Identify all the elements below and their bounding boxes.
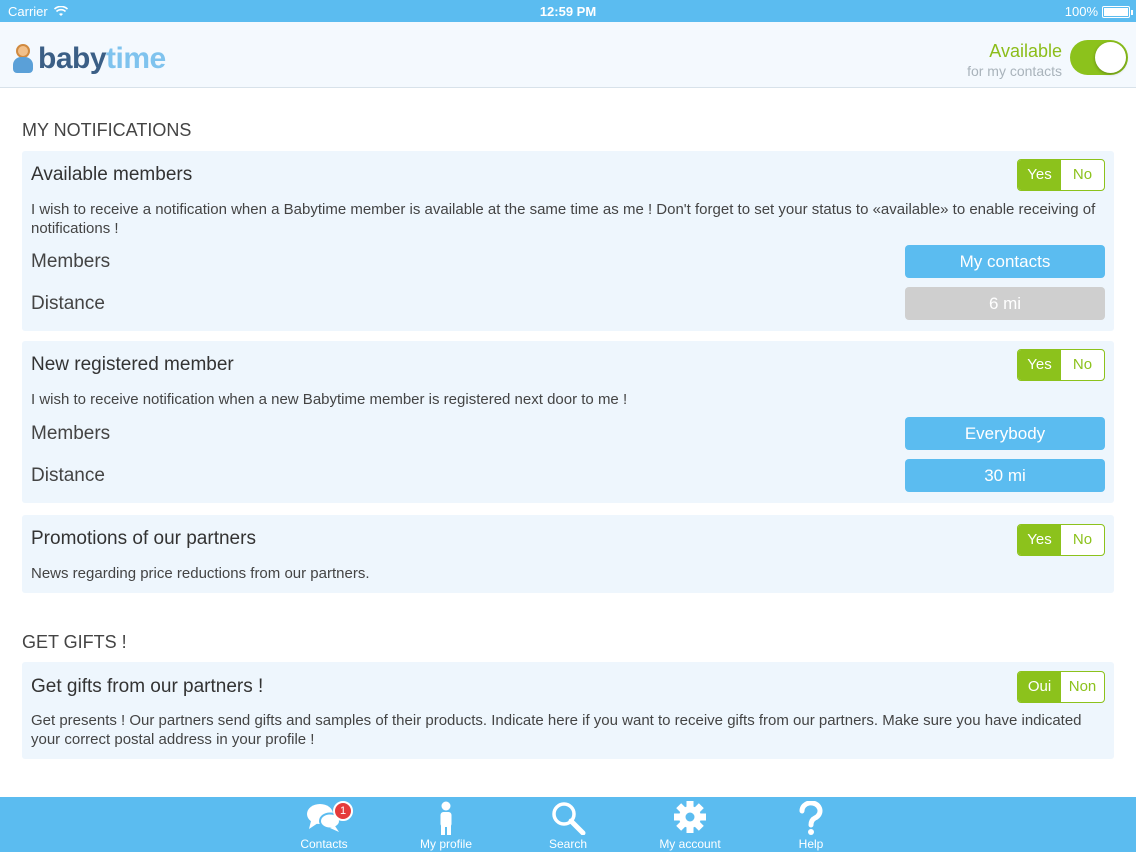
card-title: Promotions of our partners: [31, 528, 256, 549]
tab-label: Help: [798, 837, 824, 851]
availability-title: Available: [989, 41, 1062, 61]
gifts-section-title: GET GIFTS !: [22, 632, 127, 652]
no-option[interactable]: No: [1061, 160, 1104, 190]
members-label: Members: [31, 251, 111, 272]
yes-option[interactable]: Oui: [1018, 672, 1061, 702]
card-description: Get presents ! Our partners send gifts a…: [31, 712, 1082, 748]
clock: 12:59 PM: [539, 4, 597, 19]
question-mark-icon: [799, 801, 823, 835]
yes-option[interactable]: Yes: [1018, 350, 1061, 380]
tab-search[interactable]: Search: [513, 797, 623, 852]
tab-label: My account: [659, 837, 721, 851]
distance-label: Distance: [31, 465, 105, 486]
no-option[interactable]: Non: [1061, 672, 1104, 702]
yes-option[interactable]: Yes: [1018, 160, 1061, 190]
app-header: babytime Available for my contacts: [0, 22, 1136, 88]
logo-text: babytime: [38, 42, 166, 75]
new-member-toggle: Yes No: [1017, 349, 1105, 381]
status-bar: Carrier 12:59 PM 100%: [0, 0, 1136, 22]
no-option[interactable]: No: [1061, 525, 1104, 555]
tab-label: Search: [548, 837, 588, 851]
tab-my-profile[interactable]: My profile: [391, 797, 501, 852]
card-description: I wish to receive a notification when a …: [31, 201, 1096, 237]
baby-icon: [12, 44, 34, 74]
switch-knob: [1095, 42, 1126, 73]
tab-label: Contacts: [300, 837, 348, 851]
new-member-card: New registered member Yes No I wish to r…: [22, 341, 1114, 503]
availability-switch[interactable]: [1070, 40, 1128, 75]
card-description: I wish to receive notification when a ne…: [31, 391, 628, 408]
tab-label: My profile: [419, 837, 472, 851]
card-description: News regarding price reductions from our…: [31, 565, 370, 582]
distance-label: Distance: [31, 293, 105, 314]
distance-select-button[interactable]: 30 mi: [905, 459, 1105, 492]
search-icon: [552, 802, 586, 835]
card-title: Get gifts from our partners !: [31, 676, 264, 697]
promotions-toggle: Yes No: [1017, 524, 1105, 556]
yes-option[interactable]: Yes: [1018, 525, 1061, 555]
availability-subtitle: for my contacts: [967, 63, 1062, 79]
battery-percent: 100%: [1064, 4, 1098, 19]
available-members-card: Available members Yes No I wish to recei…: [22, 151, 1114, 331]
tab-my-account[interactable]: My account: [635, 797, 745, 852]
person-icon: [440, 801, 452, 835]
battery-icon: [1102, 5, 1133, 18]
members-select-button[interactable]: Everybody: [905, 417, 1105, 450]
available-members-toggle: Yes No: [1017, 159, 1105, 191]
babytime-logo: babytime: [12, 42, 166, 76]
battery-indicator: 100%: [1064, 4, 1133, 19]
card-title: New registered member: [31, 354, 234, 375]
notifications-section-title: MY NOTIFICATIONS: [22, 120, 192, 140]
availability-label: Available for my contacts: [967, 41, 1062, 79]
contacts-badge: 1: [333, 801, 353, 821]
gifts-card: Get gifts from our partners ! Oui Non Ge…: [22, 662, 1114, 759]
tab-contacts[interactable]: 1 Contacts: [269, 797, 379, 852]
promotions-card: Promotions of our partners Yes No News r…: [22, 515, 1114, 593]
distance-select-button[interactable]: 6 mi: [905, 287, 1105, 320]
gifts-toggle: Oui Non: [1017, 671, 1105, 703]
no-option[interactable]: No: [1061, 350, 1104, 380]
members-label: Members: [31, 423, 111, 444]
card-title: Available members: [31, 164, 193, 185]
tab-help[interactable]: Help: [756, 797, 866, 852]
tab-bar: 1 Contacts My profile Search My account …: [0, 797, 1136, 852]
gear-icon: [674, 801, 706, 833]
members-select-button[interactable]: My contacts: [905, 245, 1105, 278]
